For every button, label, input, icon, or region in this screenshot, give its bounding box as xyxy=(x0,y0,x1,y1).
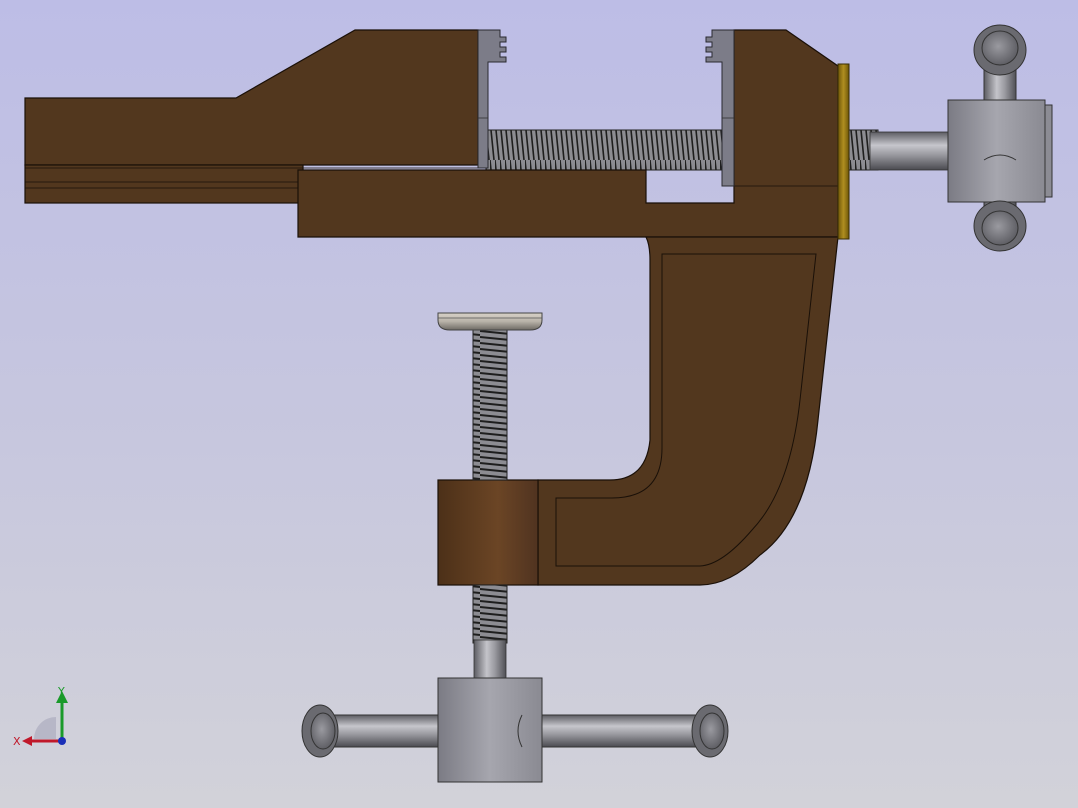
x-axis-label: X xyxy=(13,735,21,748)
z-axis-dot-icon xyxy=(58,737,66,745)
y-axis-label: Y xyxy=(57,685,65,698)
clamp-handle[interactable] xyxy=(301,677,729,783)
clamp-boss xyxy=(437,479,539,586)
lead-screw[interactable] xyxy=(485,129,955,171)
vise-handle[interactable] xyxy=(947,24,1053,252)
clamp-pad[interactable] xyxy=(437,312,543,331)
vise-model[interactable] xyxy=(0,0,1078,808)
triad-plane-icon xyxy=(34,717,56,739)
graphics-viewport[interactable]: Y X xyxy=(0,0,1078,808)
reference-triad[interactable]: Y X xyxy=(12,685,74,755)
x-axis-arrowhead-icon xyxy=(22,736,32,746)
thrust-washer xyxy=(837,63,850,240)
